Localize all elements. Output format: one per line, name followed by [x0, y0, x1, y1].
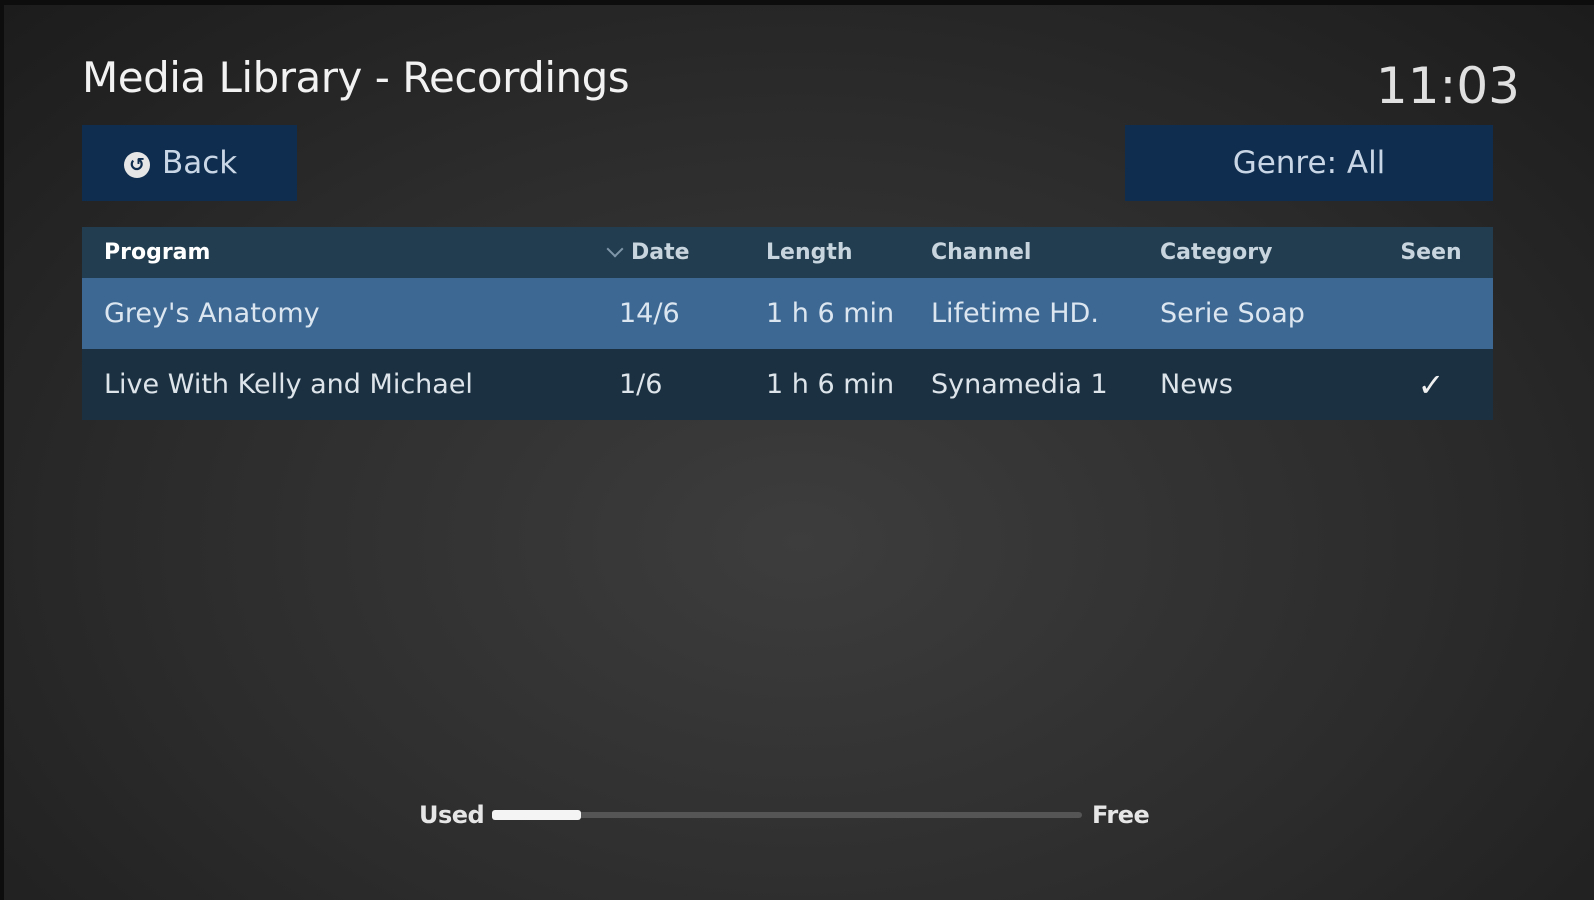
cell-seen — [1391, 278, 1471, 349]
storage-free-label: Free — [1092, 801, 1150, 829]
cell-program: Live With Kelly and Michael — [104, 369, 473, 400]
cell-category: Serie Soap — [1160, 298, 1305, 329]
cell-length: 1 h 6 min — [766, 369, 895, 400]
table-row[interactable]: Grey's Anatomy 14/6 1 h 6 min Lifetime H… — [82, 278, 1493, 349]
table-row[interactable]: Live With Kelly and Michael 1/6 1 h 6 mi… — [82, 349, 1493, 420]
cell-program: Grey's Anatomy — [104, 298, 320, 329]
cell-date: 1/6 — [619, 369, 663, 400]
column-header-length[interactable]: Length — [766, 227, 853, 278]
back-arrow-icon: ↺ — [124, 151, 150, 178]
cell-channel: Lifetime HD. — [931, 298, 1099, 329]
genre-filter-button[interactable]: Genre: All — [1125, 125, 1493, 201]
cell-date: 14/6 — [619, 298, 680, 329]
column-header-date[interactable]: Date — [606, 227, 690, 278]
recordings-screen: Media Library - Recordings 11:03 ↺ Back … — [4, 5, 1594, 900]
recordings-table: Program Date Length Channel Category See… — [82, 227, 1493, 420]
genre-filter-label: Genre: All — [1232, 145, 1386, 181]
storage-used-label: Used — [419, 801, 485, 829]
column-header-channel[interactable]: Channel — [931, 227, 1031, 278]
cell-length: 1 h 6 min — [766, 298, 895, 329]
table-header: Program Date Length Channel Category See… — [82, 227, 1493, 278]
cell-channel: Synamedia 1 — [931, 369, 1108, 400]
cell-category: News — [1160, 369, 1233, 400]
chevron-down-icon — [606, 240, 624, 257]
checkmark-icon: ✓ — [1417, 365, 1445, 404]
column-header-seen[interactable]: Seen — [1391, 227, 1471, 278]
column-header-category[interactable]: Category — [1160, 227, 1272, 278]
column-header-date-label: Date — [631, 240, 690, 265]
column-header-program[interactable]: Program — [104, 227, 210, 278]
back-button-label: Back — [162, 145, 238, 181]
clock: 11:03 — [1375, 57, 1520, 115]
storage-indicator: Used Free — [419, 800, 1179, 830]
storage-bar-fill — [492, 810, 581, 820]
storage-bar — [492, 810, 1082, 820]
back-button[interactable]: ↺ Back — [82, 125, 297, 201]
page-title: Media Library - Recordings — [82, 53, 630, 102]
